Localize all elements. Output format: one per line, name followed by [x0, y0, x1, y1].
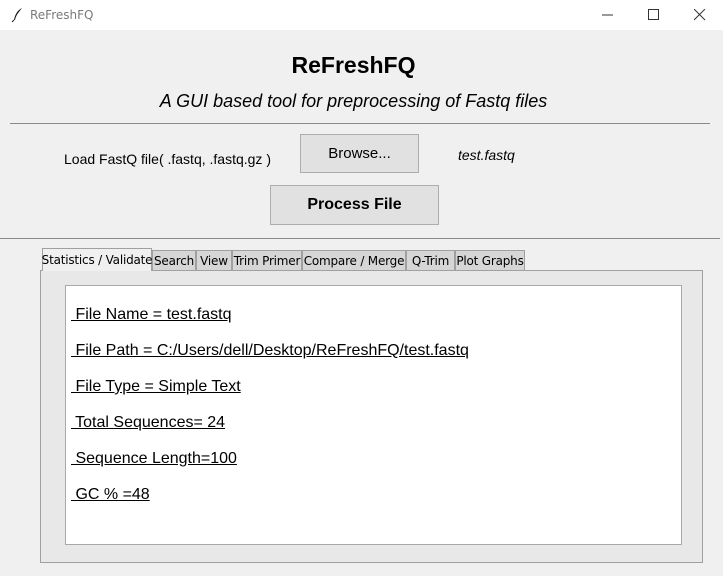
title-bar: ReFreshFQ: [0, 0, 723, 30]
maximize-button[interactable]: [631, 0, 677, 30]
stat-total-sequences: Total Sequences= 24: [71, 414, 226, 431]
stat-sequence-length: Sequence Length=100: [71, 450, 237, 467]
maximize-icon: [648, 9, 659, 20]
stat-file-path: File Path = C:/Users/dell/Desktop/ReFres…: [71, 342, 469, 359]
statistics-output[interactable]: File Name = test.fastq File Path = C:/Us…: [65, 285, 682, 545]
load-file-label: Load FastQ file( .fastq, .fastq.gz ): [64, 151, 271, 167]
process-file-button[interactable]: Process File: [270, 185, 439, 225]
tab-q-trim[interactable]: Q-Trim: [406, 250, 455, 270]
browse-button[interactable]: Browse...: [300, 134, 419, 173]
window-title: ReFreshFQ: [30, 8, 94, 22]
tab-compare-merge[interactable]: Compare / Merge: [302, 250, 406, 270]
tab-statistics-validate[interactable]: Statistics / Validate: [42, 248, 153, 271]
stat-gc-percent: GC % =48: [71, 486, 150, 503]
selected-file-name: test.fastq: [458, 147, 515, 163]
close-icon: [694, 9, 706, 21]
stat-file-type: File Type = Simple Text: [71, 378, 241, 395]
minimize-button[interactable]: [585, 0, 631, 30]
app-subtitle: A GUI based tool for preprocessing of Fa…: [159, 91, 548, 111]
feather-icon: [10, 7, 26, 23]
tab-search[interactable]: Search: [152, 250, 196, 270]
tab-trim-primer[interactable]: Trim Primer: [232, 250, 302, 270]
stat-file-name: File Name = test.fastq: [71, 306, 232, 323]
header-divider: [10, 123, 710, 124]
section-divider: [0, 238, 720, 239]
minimize-icon: [602, 14, 613, 16]
close-button[interactable]: [677, 0, 723, 30]
tab-plot-graphs[interactable]: Plot Graphs: [455, 250, 525, 270]
tab-view[interactable]: View: [196, 250, 232, 270]
app-title: ReFreshFQ: [291, 52, 416, 78]
